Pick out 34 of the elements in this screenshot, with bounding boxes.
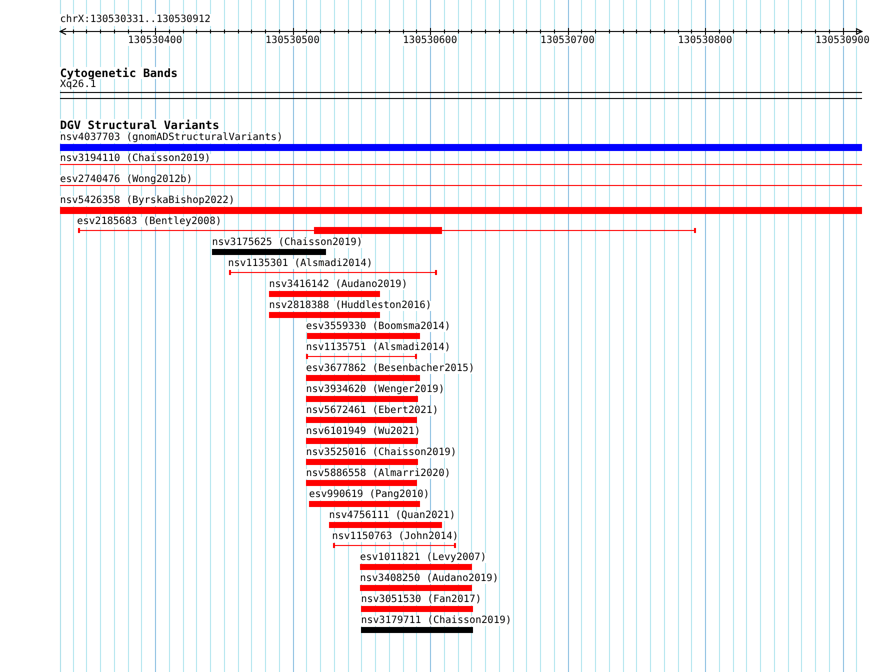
variant-label: nsv5426358 (ByrskaBishop2022) bbox=[60, 196, 235, 206]
variant-label: nsv4037703 (gnomADStructuralVariants) bbox=[60, 133, 283, 143]
ruler-label: 130530500 bbox=[265, 35, 320, 46]
variant-label: nsv3175625 (Chaisson2019) bbox=[212, 238, 363, 248]
ruler-label: 130530400 bbox=[128, 35, 182, 46]
location-text: chrX:130530331..130530912 bbox=[60, 14, 211, 26]
variant-label: nsv1135751 (Alsmadi2014) bbox=[306, 343, 450, 353]
variant-label: nsv3934620 (Wenger2019) bbox=[306, 385, 444, 395]
track-title: DGV Structural Variants bbox=[60, 119, 220, 131]
variant-label: nsv3525016 (Chaisson2019) bbox=[306, 448, 457, 458]
track-title: Cytogenetic Bands bbox=[60, 67, 178, 79]
ruler-label: 130530800 bbox=[678, 35, 732, 46]
variant-label: esv990619 (Pang2010) bbox=[309, 490, 430, 500]
variant-label: nsv5886558 (Almarri2020) bbox=[306, 469, 450, 479]
variant-label: nsv3179711 (Chaisson2019) bbox=[361, 616, 512, 626]
variant-label: nsv2818388 (Huddleston2016) bbox=[269, 301, 432, 311]
variant-label: esv1011821 (Levy2007) bbox=[360, 553, 486, 563]
variant-label: nsv3416142 (Audano2019) bbox=[269, 280, 408, 290]
variant-label: nsv1135301 (Alsmadi2014) bbox=[228, 259, 372, 269]
variant-label: nsv5672461 (Ebert2021) bbox=[306, 406, 438, 416]
variant-label: nsv6101949 (Wu2021) bbox=[306, 427, 420, 437]
ruler-label: 130530900 bbox=[815, 35, 870, 46]
variant-label: nsv3194110 (Chaisson2019) bbox=[60, 154, 211, 164]
variant-label: esv2185683 (Bentley2008) bbox=[77, 217, 222, 227]
variant-label: nsv3408250 (Audano2019) bbox=[360, 574, 498, 584]
ruler-label: 130530700 bbox=[540, 35, 595, 46]
variant-label: esv3559330 (Boomsma2014) bbox=[306, 322, 450, 332]
ruler-label: 130530600 bbox=[402, 35, 458, 46]
variant-label: nsv4756111 (Quan2021) bbox=[329, 511, 456, 521]
variant-label: nsv3051530 (Fan2017) bbox=[361, 595, 482, 605]
variant-label: esv2740476 (Wong2012b) bbox=[60, 175, 192, 185]
variant-label: nsv1150763 (John2014) bbox=[332, 532, 458, 542]
variant-label: esv3677862 (Besenbacher2015) bbox=[306, 364, 475, 374]
band-label: Xq26.1 bbox=[60, 79, 96, 90]
